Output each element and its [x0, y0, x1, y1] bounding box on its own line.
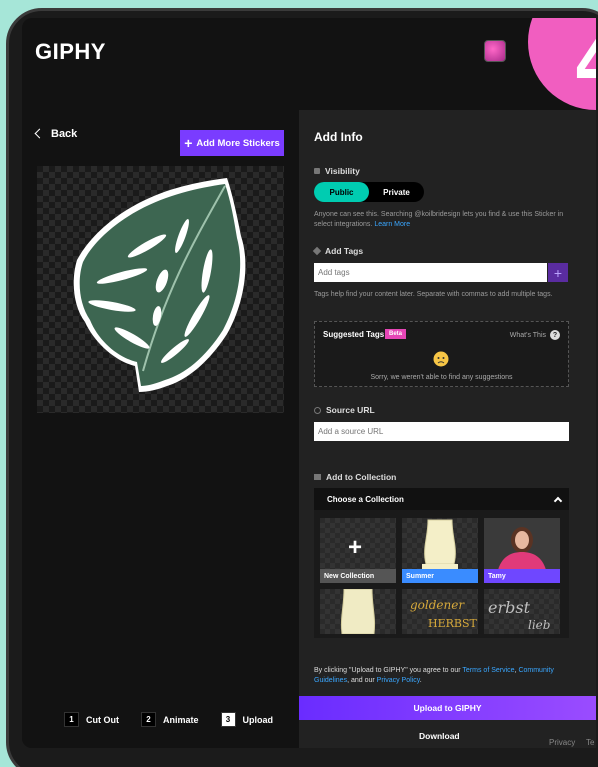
- person-photo: [484, 518, 560, 570]
- whats-this-label: What's This: [509, 331, 546, 339]
- collection-tile-erbst[interactable]: erbst lieb: [484, 589, 560, 634]
- sticker-preview: [37, 166, 284, 413]
- source-url-label: Source URL: [314, 405, 375, 415]
- visibility-label: Visibility: [314, 166, 360, 176]
- erbst-lettering: erbst lieb: [488, 598, 550, 632]
- app-screen: GIPHY Back + Add More Stickers 1 Cut Out…: [22, 18, 596, 748]
- whats-this-link[interactable]: What's This ?: [510, 330, 560, 340]
- step-cut-out[interactable]: 1 Cut Out: [64, 712, 119, 727]
- visibility-public-option[interactable]: Public: [314, 182, 369, 202]
- chevron-left-icon: [34, 128, 45, 139]
- source-url-input[interactable]: [314, 422, 569, 441]
- agree-prefix: By clicking "Upload to GIPHY" you agree …: [314, 667, 463, 674]
- source-url-label-text: Source URL: [326, 405, 375, 415]
- lettering-line: erbst: [488, 598, 531, 617]
- tags-label-text: Add Tags: [325, 246, 364, 256]
- back-label: Back: [51, 128, 78, 140]
- step-animate[interactable]: 2 Animate: [141, 712, 199, 727]
- add-to-collection-label: Add to Collection: [314, 472, 396, 482]
- right-panel: Add Info Visibility Public Private Anyon…: [299, 110, 596, 748]
- download-button[interactable]: Download: [419, 731, 460, 741]
- step-number: 3: [220, 712, 236, 727]
- page-title: Add Info: [314, 130, 363, 144]
- step-number-badge: 4: [528, 18, 596, 110]
- plus-icon: +: [184, 135, 193, 151]
- tag-icon: [312, 246, 322, 256]
- tags-input[interactable]: [314, 263, 547, 282]
- lettering-line: HERBST: [428, 617, 478, 630]
- giphy-logo[interactable]: GIPHY: [35, 39, 106, 65]
- tags-label: Add Tags: [312, 246, 364, 256]
- tile-caption: Tamy: [484, 569, 560, 583]
- collection-tile-drink[interactable]: [320, 589, 396, 634]
- visibility-help-text: Anyone can see this. Searching @koilbrid…: [314, 211, 564, 228]
- visibility-toggle[interactable]: Public Private: [314, 182, 424, 202]
- plus-icon: +: [348, 534, 363, 561]
- collection-tile-tamy[interactable]: Tamy: [484, 518, 560, 583]
- collection-icon: [314, 474, 321, 480]
- visibility-label-text: Visibility: [325, 166, 360, 176]
- drink-glass-image: [422, 519, 458, 569]
- suggested-tags-title: Suggested Tags: [323, 330, 385, 339]
- visibility-private-option[interactable]: Private: [369, 182, 424, 202]
- upload-button[interactable]: Upload to GIPHY: [299, 696, 596, 720]
- monstera-leaf-sticker: [73, 178, 246, 392]
- chevron-up-icon: [553, 496, 563, 505]
- tile-caption: New Collection: [320, 569, 396, 583]
- step-number: 2: [141, 712, 156, 727]
- add-more-stickers-button[interactable]: + Add More Stickers: [180, 130, 284, 156]
- goldener-herbst-lettering: goldener HERBST: [410, 598, 478, 630]
- terms-of-service-link[interactable]: Terms of Service: [462, 667, 514, 674]
- collection-chooser: Choose a Collection + New Collection Sum…: [314, 488, 569, 638]
- lettering-line: lieb: [528, 618, 550, 632]
- privacy-policy-link[interactable]: Privacy Policy: [377, 677, 420, 684]
- visibility-help: Anyone can see this. Searching @koilbrid…: [314, 210, 574, 230]
- new-collection-tile[interactable]: + New Collection: [320, 518, 396, 583]
- footer-privacy-link[interactable]: Privacy: [549, 738, 575, 747]
- collection-tile-summer[interactable]: Summer: [402, 518, 478, 583]
- agree-and: , and our: [347, 677, 377, 684]
- left-panel: Back + Add More Stickers 1 Cut Out 2 Ani…: [22, 110, 299, 748]
- collection-grid: + New Collection Summer Tamy goldener HE…: [320, 518, 563, 634]
- lettering-line: goldener: [410, 598, 465, 612]
- add-tag-button[interactable]: +: [548, 263, 568, 282]
- agree-suffix: .: [419, 677, 422, 684]
- footer-terms-link[interactable]: Te: [586, 738, 594, 747]
- tile-caption: Summer: [402, 569, 478, 583]
- back-button[interactable]: Back: [34, 128, 78, 140]
- step-upload[interactable]: 3 Upload: [220, 712, 274, 727]
- step-label: Upload: [242, 714, 274, 725]
- tags-help: Tags help find your content later. Separ…: [314, 291, 553, 298]
- beta-badge: Beta: [385, 329, 407, 339]
- question-icon: ?: [550, 330, 560, 340]
- suggested-tags-box: Suggested Tags Beta What's This ? Sorry,…: [314, 321, 569, 387]
- step-label: Animate: [163, 714, 199, 725]
- lock-icon: [314, 168, 320, 174]
- badge-number: 4: [574, 26, 596, 103]
- step-indicator: 1 Cut Out 2 Animate 3 Upload: [64, 712, 285, 727]
- choose-collection-text: Choose a Collection: [327, 494, 404, 504]
- no-suggestions-text: Sorry, we weren't able to find any sugge…: [370, 374, 513, 381]
- choose-collection-header[interactable]: Choose a Collection: [314, 488, 569, 510]
- learn-more-link[interactable]: Learn More: [374, 221, 410, 228]
- avatar[interactable]: [484, 40, 506, 62]
- terms-agreement: By clicking "Upload to GIPHY" you agree …: [314, 666, 554, 686]
- step-number: 1: [64, 712, 79, 727]
- collection-tile-goldener-herbst[interactable]: goldener HERBST: [402, 589, 478, 634]
- add-to-collection-text: Add to Collection: [326, 472, 397, 482]
- drink-glass-image: [340, 589, 376, 634]
- sad-face-icon: [433, 351, 449, 367]
- globe-icon: [314, 406, 321, 414]
- step-label: Cut Out: [86, 714, 119, 725]
- add-more-label: Add More Stickers: [196, 137, 280, 149]
